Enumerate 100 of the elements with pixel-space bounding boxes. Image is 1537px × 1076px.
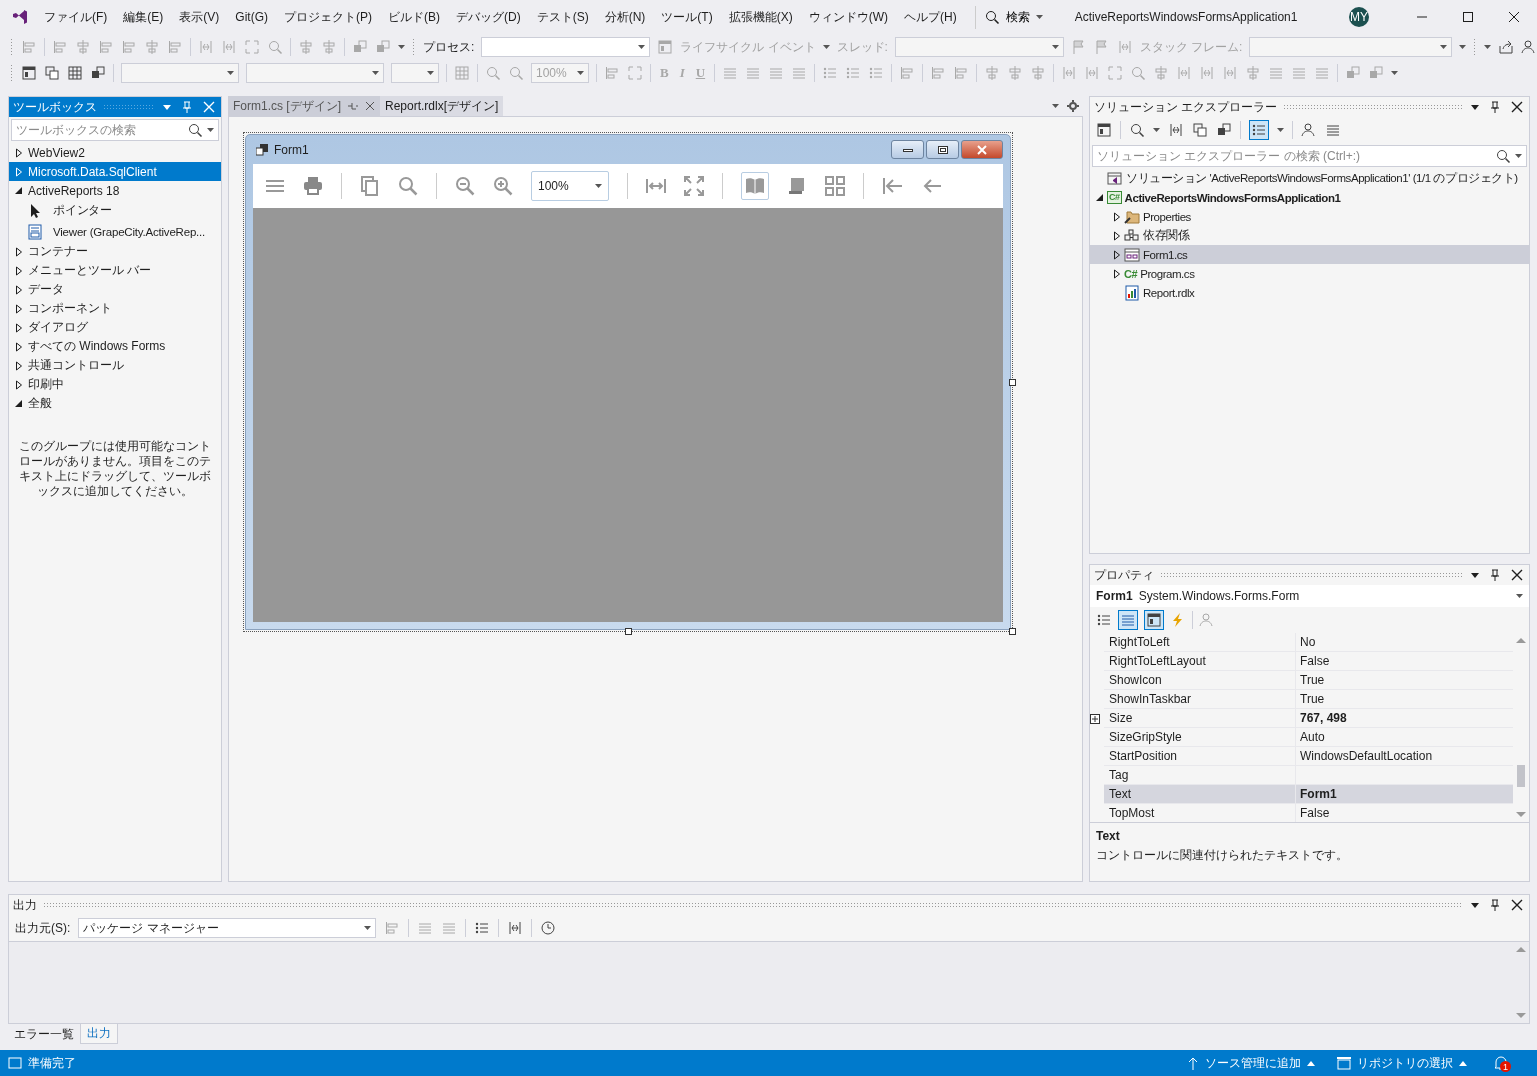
caret-icon[interactable]: [577, 71, 584, 75]
menu-item[interactable]: ツール(T): [653, 4, 721, 30]
layer-icon[interactable]: [90, 65, 106, 81]
menu-item[interactable]: テスト(S): [528, 4, 597, 30]
align-icon[interactable]: [930, 65, 947, 81]
property-value[interactable]: 767, 498: [1296, 709, 1513, 728]
alphabetical-button[interactable]: [1118, 610, 1138, 630]
person-icon[interactable]: [1521, 39, 1537, 55]
toolbox-search-field[interactable]: ツールボックスの検索: [16, 123, 183, 137]
layer-icon[interactable]: [1216, 122, 1232, 138]
caret-icon[interactable]: [427, 71, 434, 75]
menu-item[interactable]: 拡張機能(X): [720, 4, 801, 30]
property-value[interactable]: True: [1296, 671, 1513, 690]
align-icon[interactable]: [604, 65, 620, 81]
caret-icon[interactable]: [207, 128, 214, 132]
close-icon[interactable]: [365, 101, 375, 111]
caret-icon[interactable]: [1515, 154, 1522, 158]
property-name[interactable]: Text: [1104, 785, 1296, 804]
property-value[interactable]: Auto: [1296, 728, 1513, 747]
toolbox-group[interactable]: Microsoft.Data.SqlClient: [9, 162, 221, 181]
caret-icon[interactable]: [1035, 15, 1043, 19]
toolbox-group[interactable]: コンポーネント: [9, 299, 221, 318]
thumbnails-icon[interactable]: [825, 176, 845, 196]
expand-plus-icon[interactable]: [1090, 713, 1100, 724]
printer-icon[interactable]: [303, 176, 323, 196]
collapsed-triangle-icon[interactable]: [15, 303, 23, 314]
tree-item[interactable]: C# Program.cs: [1090, 264, 1529, 283]
list-icon[interactable]: [1325, 122, 1341, 138]
menu-item[interactable]: ヘルプ(H): [896, 4, 965, 30]
menu-item[interactable]: ウィンドウ(W): [800, 4, 896, 30]
menu-item[interactable]: 分析(N): [596, 4, 654, 30]
align-icon[interactable]: [384, 920, 401, 936]
property-name[interactable]: SizeGripStyle: [1104, 728, 1296, 747]
collapsed-triangle-icon[interactable]: [1113, 249, 1121, 260]
resize-handle[interactable]: [1009, 628, 1016, 635]
toolbox-group[interactable]: メニューとツール バー: [9, 261, 221, 280]
spacing-icon[interactable]: [1168, 122, 1184, 138]
caret-icon[interactable]: [1516, 594, 1523, 598]
share-icon[interactable]: [1498, 39, 1514, 55]
caret-icon[interactable]: [1052, 104, 1059, 108]
caret-icon[interactable]: [1459, 45, 1466, 49]
search-box[interactable]: ソリューション エクスプローラー の検索 (Ctrl+:): [1092, 145, 1527, 167]
property-name[interactable]: RightToLeft: [1104, 633, 1296, 652]
fullscreen-icon[interactable]: [684, 176, 704, 196]
collapsed-triangle-icon[interactable]: [15, 360, 23, 371]
property-name[interactable]: Size: [1104, 709, 1296, 728]
menu-item[interactable]: 表示(V): [171, 4, 228, 30]
dropdown-button[interactable]: [1469, 902, 1481, 908]
property-name[interactable]: ShowInTaskbar: [1104, 690, 1296, 709]
close-button[interactable]: [1509, 569, 1525, 581]
form-icon[interactable]: [1124, 246, 1140, 263]
menu-item[interactable]: ビルド(B): [380, 4, 448, 30]
solution-search-field[interactable]: ソリューション エクスプローラー の検索 (Ctrl+:): [1097, 149, 1491, 163]
pin-icon[interactable]: [347, 101, 359, 111]
minimize-button[interactable]: [891, 140, 924, 159]
menu-item[interactable]: 編集(E): [115, 4, 172, 30]
expanded-triangle-icon[interactable]: [15, 185, 23, 196]
resize-handle[interactable]: [625, 628, 632, 635]
align-icon[interactable]: [167, 39, 183, 55]
settings-icon[interactable]: [1067, 100, 1079, 112]
form-window[interactable]: Form1 100%: [245, 134, 1011, 630]
tree-item[interactable]: Report.rdlx: [1090, 283, 1529, 302]
caret-icon[interactable]: [364, 926, 372, 930]
property-value[interactable]: Form1: [1296, 785, 1513, 804]
clock-icon[interactable]: [540, 920, 557, 936]
search-icon[interactable]: [398, 176, 418, 196]
dropdown-button[interactable]: [1469, 104, 1481, 110]
collapsed-triangle-icon[interactable]: [15, 284, 23, 295]
scrollbar-thumb[interactable]: [1517, 765, 1525, 787]
caret-icon[interactable]: [1051, 45, 1059, 49]
menu-item[interactable]: デバッグ(D): [448, 4, 529, 30]
toolbox-group[interactable]: すべての Windows Forms: [9, 337, 221, 356]
book-button[interactable]: [741, 172, 769, 200]
align-icon[interactable]: [21, 39, 37, 55]
property-value[interactable]: WindowsDefaultLocation: [1296, 747, 1513, 766]
tree-item[interactable]: ソリューション 'ActiveReportsWindowsFormsApplication1' (1/1 のプロジェクト): [1090, 169, 1529, 188]
tree-item[interactable]: C# ActiveReportsWindowsFormsApplication1: [1090, 188, 1529, 207]
property-name[interactable]: StartPosition: [1104, 747, 1296, 766]
caret-icon[interactable]: [1391, 71, 1399, 75]
toolbox-group[interactable]: ActiveReports 18: [9, 181, 221, 200]
viewer-icon[interactable]: [27, 223, 43, 240]
collapsed-triangle-icon[interactable]: [15, 341, 23, 352]
caret-icon[interactable]: [822, 45, 830, 49]
toolbox-group[interactable]: 共通コントロール: [9, 356, 221, 375]
toolbox-group[interactable]: ダイアログ: [9, 318, 221, 337]
menu-item[interactable]: Git(G): [227, 6, 276, 28]
document-tab[interactable]: Form1.cs [デザイン]: [228, 96, 380, 116]
align-icon[interactable]: [121, 39, 137, 55]
window-icon[interactable]: [21, 65, 37, 81]
copy-icon[interactable]: [1192, 122, 1208, 138]
repository-button[interactable]: リポジトリの選択: [1329, 1054, 1475, 1072]
toolbox-group[interactable]: WebView2: [9, 143, 221, 162]
property-name[interactable]: RightToLeftLayout: [1104, 652, 1296, 671]
bullets-icon[interactable]: [1096, 612, 1112, 628]
solution-icon[interactable]: [1107, 170, 1123, 187]
zoom-in-icon[interactable]: [493, 176, 513, 196]
report-chart-icon[interactable]: [1124, 284, 1140, 301]
panel-tab[interactable]: エラー一覧: [8, 1024, 80, 1044]
zoom-icon[interactable]: [1129, 122, 1145, 138]
menu-item[interactable]: プロジェクト(P): [276, 4, 380, 30]
